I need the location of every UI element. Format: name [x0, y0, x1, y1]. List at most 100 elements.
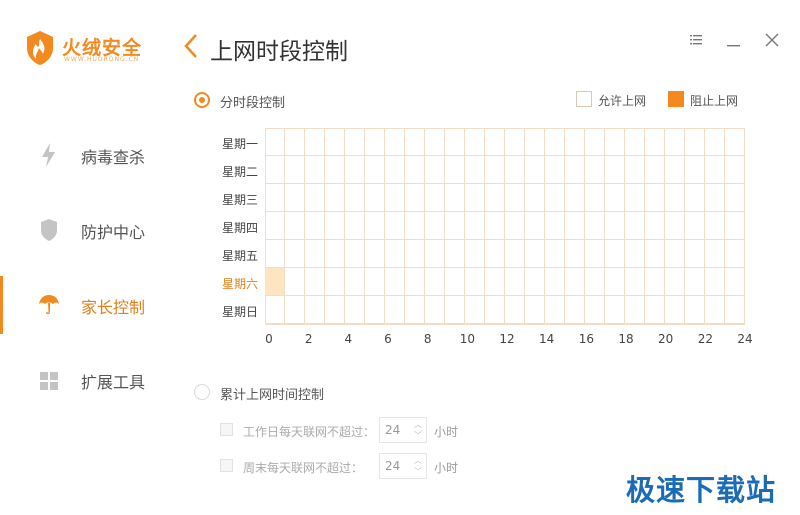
- schedule-cell[interactable]: [505, 212, 525, 240]
- schedule-cell[interactable]: [265, 156, 285, 184]
- schedule-cell[interactable]: [365, 128, 385, 156]
- schedule-cell[interactable]: [325, 212, 345, 240]
- schedule-cell[interactable]: [645, 128, 665, 156]
- schedule-cell[interactable]: [725, 156, 745, 184]
- schedule-cell[interactable]: [485, 296, 505, 324]
- schedule-cell[interactable]: [285, 240, 305, 268]
- schedule-cell[interactable]: [285, 184, 305, 212]
- schedule-cell[interactable]: [365, 240, 385, 268]
- schedule-cell[interactable]: [545, 296, 565, 324]
- schedule-cell[interactable]: [645, 156, 665, 184]
- stepper-up-icon[interactable]: ︿: [414, 456, 422, 466]
- schedule-cell[interactable]: [465, 240, 485, 268]
- schedule-cell[interactable]: [625, 128, 645, 156]
- schedule-cell[interactable]: [425, 240, 445, 268]
- schedule-cell[interactable]: [565, 156, 585, 184]
- stepper-down-icon[interactable]: ﹀: [414, 431, 422, 441]
- schedule-cell[interactable]: [625, 268, 645, 296]
- schedule-grid[interactable]: [265, 128, 745, 325]
- schedule-cell[interactable]: [565, 128, 585, 156]
- schedule-cell[interactable]: [485, 156, 505, 184]
- schedule-cell[interactable]: [305, 156, 325, 184]
- schedule-cell[interactable]: [525, 212, 545, 240]
- schedule-cell[interactable]: [325, 184, 345, 212]
- schedule-cell[interactable]: [385, 296, 405, 324]
- schedule-cell[interactable]: [505, 268, 525, 296]
- close-icon[interactable]: [762, 30, 782, 50]
- schedule-cell[interactable]: [585, 128, 605, 156]
- schedule-cell[interactable]: [705, 240, 725, 268]
- schedule-cell[interactable]: [625, 240, 645, 268]
- sidebar-item-virus-scan[interactable]: 病毒查杀: [0, 127, 180, 183]
- day-label[interactable]: 星期三: [210, 191, 258, 208]
- schedule-cell[interactable]: [305, 296, 325, 324]
- schedule-cell[interactable]: [465, 156, 485, 184]
- schedule-cell[interactable]: [505, 128, 525, 156]
- schedule-cell[interactable]: [305, 128, 325, 156]
- schedule-cell[interactable]: [345, 212, 365, 240]
- schedule-cell[interactable]: [605, 156, 625, 184]
- schedule-cell[interactable]: [485, 268, 505, 296]
- schedule-cell[interactable]: [705, 212, 725, 240]
- schedule-cell[interactable]: [285, 156, 305, 184]
- schedule-cell[interactable]: [305, 212, 325, 240]
- schedule-cell[interactable]: [365, 268, 385, 296]
- schedule-cell[interactable]: [625, 212, 645, 240]
- schedule-cell[interactable]: [285, 128, 305, 156]
- schedule-cell[interactable]: [385, 156, 405, 184]
- schedule-cell[interactable]: [665, 184, 685, 212]
- day-label[interactable]: 星期日: [210, 303, 258, 320]
- schedule-cell[interactable]: [385, 184, 405, 212]
- schedule-cell[interactable]: [525, 184, 545, 212]
- schedule-cell[interactable]: [645, 240, 665, 268]
- schedule-cell[interactable]: [725, 128, 745, 156]
- schedule-cell[interactable]: [685, 268, 705, 296]
- schedule-cell[interactable]: [385, 212, 405, 240]
- schedule-cell[interactable]: [605, 240, 625, 268]
- schedule-cell[interactable]: [325, 296, 345, 324]
- schedule-cell[interactable]: [545, 240, 565, 268]
- schedule-cell[interactable]: [605, 184, 625, 212]
- schedule-cell[interactable]: [445, 184, 465, 212]
- schedule-cell[interactable]: [265, 240, 285, 268]
- schedule-cell[interactable]: [685, 240, 705, 268]
- schedule-cell[interactable]: [505, 156, 525, 184]
- sidebar-item-parental-control[interactable]: 家长控制: [0, 276, 180, 334]
- schedule-cell[interactable]: [585, 268, 605, 296]
- schedule-cell[interactable]: [385, 240, 405, 268]
- schedule-cell[interactable]: [405, 156, 425, 184]
- schedule-cell[interactable]: [405, 212, 425, 240]
- schedule-cell[interactable]: [645, 296, 665, 324]
- schedule-cell[interactable]: [345, 156, 365, 184]
- schedule-cell[interactable]: [485, 128, 505, 156]
- schedule-cell[interactable]: [405, 296, 425, 324]
- schedule-cell[interactable]: [645, 212, 665, 240]
- schedule-cell[interactable]: [265, 184, 285, 212]
- schedule-cell[interactable]: [725, 240, 745, 268]
- day-label[interactable]: 星期二: [210, 163, 258, 180]
- schedule-cell[interactable]: [705, 156, 725, 184]
- schedule-cell[interactable]: [585, 240, 605, 268]
- schedule-cell[interactable]: [345, 296, 365, 324]
- schedule-cell[interactable]: [465, 128, 485, 156]
- day-label[interactable]: 星期六: [210, 275, 258, 292]
- schedule-cell[interactable]: [265, 212, 285, 240]
- day-label[interactable]: 星期五: [210, 247, 258, 264]
- schedule-cell[interactable]: [665, 268, 685, 296]
- schedule-cell[interactable]: [425, 128, 445, 156]
- schedule-cell[interactable]: [405, 240, 425, 268]
- weekday-limit-checkbox[interactable]: [220, 423, 233, 436]
- schedule-cell[interactable]: [425, 184, 445, 212]
- schedule-cell[interactable]: [465, 184, 485, 212]
- schedule-cell[interactable]: [565, 212, 585, 240]
- schedule-cell[interactable]: [345, 240, 365, 268]
- schedule-cell[interactable]: [625, 156, 645, 184]
- schedule-cell[interactable]: [525, 296, 545, 324]
- schedule-cell[interactable]: [385, 128, 405, 156]
- schedule-cell[interactable]: [305, 184, 325, 212]
- day-label[interactable]: 星期四: [210, 219, 258, 236]
- schedule-cell[interactable]: [525, 156, 545, 184]
- schedule-cell[interactable]: [325, 156, 345, 184]
- sidebar-item-extended-tools[interactable]: 扩展工具: [0, 352, 180, 408]
- schedule-cell[interactable]: [305, 268, 325, 296]
